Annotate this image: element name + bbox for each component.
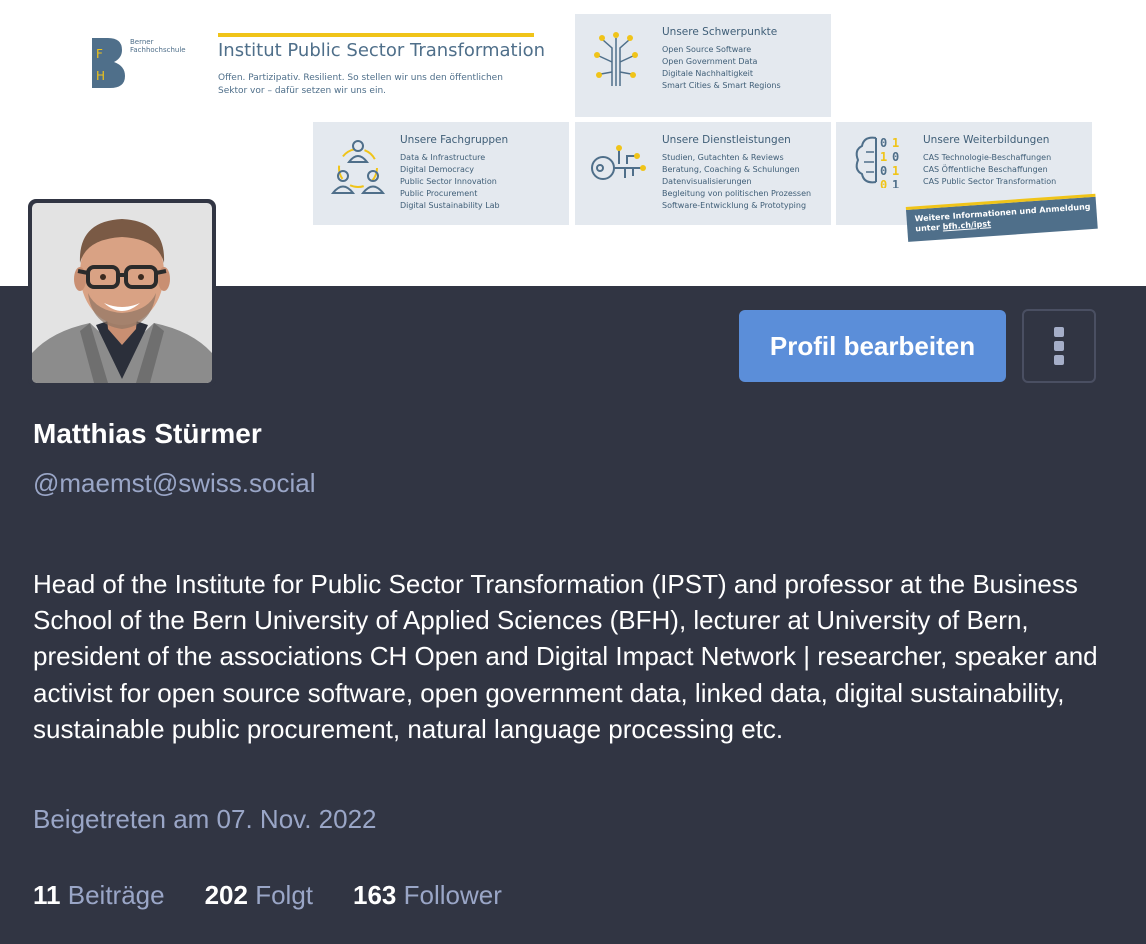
display-name: Matthias Stürmer [33, 418, 262, 449]
svg-text:0: 0 [880, 164, 887, 178]
stat-followers-count: 163 [353, 880, 397, 910]
profile-bio: Head of the Institute for Public Sector … [33, 569, 1098, 744]
key-circuit-icon [591, 145, 646, 180]
cta-link: bfh.ch/ipst [942, 219, 992, 232]
institute-title: Institut Public Sector Transformation [218, 40, 546, 61]
institute-title-bar [218, 33, 534, 37]
stat-followers[interactable]: 163 Follower [353, 880, 502, 911]
box-lines: Studien, Gutachten & Reviews Beratung, C… [662, 153, 812, 210]
box-fachgruppen: Unsere Fachgruppen Data & Infrastructure… [313, 122, 569, 225]
box-title: Unsere Weiterbildungen [923, 134, 1050, 146]
vertical-ellipsis-icon [1054, 327, 1064, 365]
box-title: Unsere Fachgruppen [400, 134, 509, 146]
svg-text:1: 1 [892, 178, 899, 188]
stat-posts-label: Beiträge [67, 880, 165, 910]
svg-text:H: H [96, 69, 105, 83]
box-lines: Open Source Software Open Government Dat… [662, 45, 781, 90]
svg-text:0: 0 [880, 136, 887, 150]
box-schwerpunkte: Unsere Schwerpunkte Open Source Software… [575, 14, 831, 117]
profile-stats: 11 Beiträge 202 Folgt 163 Follower [33, 880, 502, 911]
box-lines: CAS Technologie-Beschaffungen CAS Öffent… [923, 153, 1057, 186]
avatar-photo [32, 203, 212, 383]
box-dienstleistungen: Unsere Dienstleistungen Studien, Gutacht… [575, 122, 831, 225]
stat-following[interactable]: 202 Folgt [205, 880, 313, 911]
bfh-logo-mark-icon: F H [92, 38, 125, 88]
box-lines: Data & Infrastructure Digital Democracy … [400, 153, 500, 210]
svg-text:0: 0 [892, 150, 899, 164]
box-title: Unsere Dienstleistungen [662, 134, 791, 146]
box-title: Unsere Schwerpunkte [662, 26, 778, 38]
svg-text:1: 1 [880, 150, 887, 164]
account-handle: @maemst@swiss.social [33, 468, 316, 498]
svg-text:1: 1 [892, 136, 899, 150]
avatar[interactable] [28, 199, 216, 387]
bfh-logo-text: Berner Fachhochschule [130, 38, 186, 54]
edit-profile-button[interactable]: Profil bearbeiten [739, 310, 1006, 382]
more-options-button[interactable] [1022, 309, 1096, 383]
stat-following-count: 202 [204, 880, 248, 910]
institute-tagline: Offen. Partizipativ. Resilient. So stell… [218, 73, 503, 96]
stat-followers-label: Follower [403, 880, 502, 910]
people-group-icon [330, 140, 386, 194]
stat-following-label: Folgt [255, 880, 314, 910]
brain-binary-icon: 01 10 01 01 [855, 136, 899, 188]
circuit-tree-icon [594, 32, 638, 86]
svg-text:0: 0 [880, 178, 887, 188]
svg-text:1: 1 [892, 164, 899, 178]
joined-date: Beigetreten am 07. Nov. 2022 [33, 804, 377, 834]
svg-text:F: F [96, 47, 103, 61]
stat-posts-count: 11 [33, 880, 61, 910]
stat-posts[interactable]: 11 Beiträge [33, 880, 165, 911]
